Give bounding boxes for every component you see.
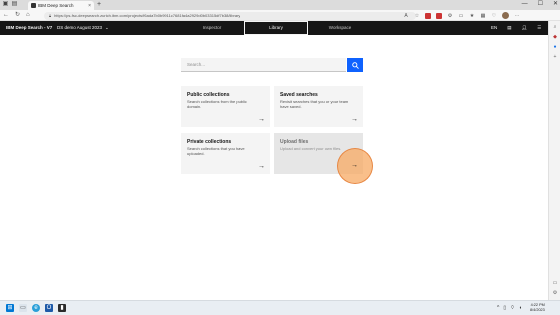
browser-essentials-icon[interactable]: ♡: [491, 13, 497, 19]
outlook-sidebar-icon[interactable]: ●: [552, 44, 558, 50]
card-private-collections[interactable]: Private collections Search collections t…: [181, 133, 270, 174]
collections-icon[interactable]: ▦: [480, 13, 486, 19]
tab-controls: ▣ ▤: [2, 1, 18, 8]
back-icon[interactable]: ←: [3, 11, 9, 20]
window-controls: — ☐ ✕: [522, 0, 558, 9]
tab-inspector[interactable]: Inspector: [180, 21, 244, 35]
card-description: Search collections that you have uploade…: [187, 146, 245, 156]
ibm-favicon-icon: [31, 3, 36, 8]
more-options-icon[interactable]: ⋯: [514, 13, 520, 19]
card-title: Private collections: [187, 139, 232, 145]
url-bar[interactable]: 🔒︎ https://ps-fsc-deepsearch.zurich.ibm.…: [44, 11, 416, 20]
edge-browser-icon[interactable]: e: [32, 304, 40, 312]
task-view-icon[interactable]: ▭: [19, 304, 27, 312]
extension-recorder-icon[interactable]: [436, 12, 442, 19]
arrow-right-icon: →: [351, 116, 358, 123]
browser-sidebar: ⌕ ◆ ● + ▭ ⚙: [548, 21, 560, 300]
card-public-collections[interactable]: Public collections Search collections fr…: [181, 86, 270, 127]
home-icon[interactable]: ⌂: [26, 11, 30, 20]
tab-close-icon[interactable]: ×: [88, 3, 91, 9]
search-sidebar-icon[interactable]: ⌕: [552, 24, 558, 30]
nav-icons: ← ↻ ⌂: [3, 11, 30, 20]
arrow-right-icon: →: [258, 116, 265, 123]
search-icon: [351, 61, 359, 69]
card-description: Search collections from the public domai…: [187, 99, 247, 109]
taskbar-clock[interactable]: 4:22 PM 8/4/2023: [530, 303, 545, 313]
tab-workspace[interactable]: Workspace: [308, 21, 372, 35]
card-saved-searches[interactable]: Saved searches Revisit searches that you…: [274, 86, 363, 127]
battery-icon[interactable]: ▯: [503, 303, 506, 313]
tab-actions-icon[interactable]: ▣: [2, 1, 9, 8]
close-window-icon[interactable]: ✕: [553, 0, 558, 9]
tray-chevron-up-icon[interactable]: ^: [497, 303, 499, 313]
tab-library[interactable]: Library: [244, 21, 308, 35]
browser-tab[interactable]: IBM Deep Search ×: [28, 1, 94, 10]
windows-taskbar: ⊞ ▭ e O ▮ ^ ▯ ⌔ ◖ 4:22 PM 8/4/2023: [0, 300, 560, 315]
system-tray: ^ ▯ ⌔ ◖: [497, 303, 522, 313]
sidebar-settings-icon[interactable]: ⚙: [552, 290, 558, 296]
card-title: Upload files: [280, 139, 309, 145]
app-title[interactable]: IBM Deep Search - V7: [6, 21, 52, 35]
vertical-tabs-icon[interactable]: ▤: [11, 1, 18, 8]
favorite-star-icon[interactable]: ☆: [414, 13, 420, 19]
project-selector[interactable]: DS demo August 2023 ⌄: [57, 21, 109, 35]
new-tab-button[interactable]: +: [97, 1, 101, 9]
search-button[interactable]: [347, 58, 363, 72]
favorites-icon[interactable]: ★: [469, 13, 475, 19]
tools-sidebar-icon[interactable]: ◆: [552, 34, 558, 40]
header-actions: EN ▤ 👤︎ ☰: [491, 21, 541, 35]
arrow-right-icon[interactable]: →: [351, 162, 358, 169]
address-bar-row: ← ↻ ⌂ 🔒︎ https://ps-fsc-deepsearch.zuric…: [0, 10, 560, 21]
url-text[interactable]: https://ps-fsc-deepsearch.zurich.ibm.com…: [54, 13, 240, 18]
terminal-icon[interactable]: ▮: [58, 304, 66, 312]
volume-icon[interactable]: ◖: [519, 303, 522, 313]
taskbar-apps: ⊞ ▭ e O ▮: [6, 304, 66, 312]
network-icon[interactable]: ⌔: [510, 303, 515, 313]
header-tabs: Inspector Library Workspace: [180, 21, 372, 35]
browser-tab-strip: ▣ ▤ IBM Deep Search × + — ☐ ✕: [0, 0, 560, 10]
browser-tab-title: IBM Deep Search: [38, 3, 74, 8]
minimize-icon[interactable]: —: [522, 0, 528, 9]
outlook-icon[interactable]: O: [45, 304, 53, 312]
search-input[interactable]: [181, 58, 346, 72]
sidebar-layout-icon[interactable]: ▭: [552, 280, 558, 286]
lock-icon[interactable]: 🔒︎: [49, 13, 51, 18]
app-header: IBM Deep Search - V7 DS demo August 2023…: [0, 21, 548, 35]
card-description: Revisit searches that you or your team h…: [280, 99, 349, 109]
card-title: Public collections: [187, 92, 230, 98]
chevron-down-icon: ⌄: [105, 25, 109, 30]
read-aloud-icon[interactable]: A: [403, 13, 409, 19]
user-icon[interactable]: 👤︎: [522, 21, 528, 35]
refresh-icon[interactable]: ↻: [15, 11, 20, 20]
project-name: DS demo August 2023: [57, 25, 103, 30]
extension-icons: A ☆ ⚙ ▭ ★ ▦ ♡ ⋯: [403, 11, 520, 20]
maximize-icon[interactable]: ☐: [538, 0, 543, 9]
arrow-right-icon: →: [258, 163, 265, 170]
add-sidebar-icon[interactable]: +: [552, 54, 558, 60]
card-title: Saved searches: [280, 92, 318, 98]
menu-icon[interactable]: ☰: [537, 21, 541, 35]
windows-start-icon[interactable]: ⊞: [6, 304, 14, 312]
language-switch[interactable]: EN: [491, 21, 497, 35]
profile-avatar[interactable]: [502, 12, 509, 19]
notes-icon[interactable]: ▤: [507, 21, 511, 35]
extension-red-icon[interactable]: [425, 12, 431, 19]
card-description: Upload and convert your own files.: [280, 146, 342, 151]
clock-date: 8/4/2023: [530, 308, 545, 312]
split-screen-icon[interactable]: ▭: [458, 13, 464, 19]
extensions-icon[interactable]: ⚙: [447, 13, 453, 19]
